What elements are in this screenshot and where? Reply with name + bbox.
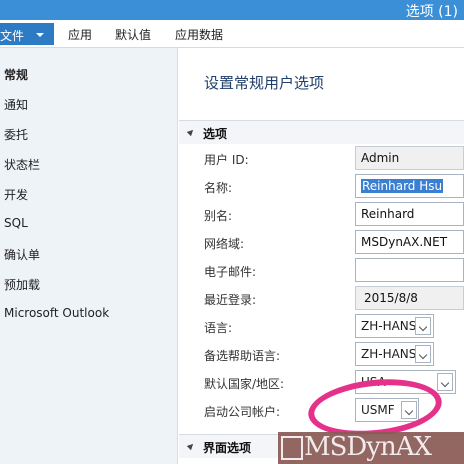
name-field[interactable]: Reinhard Hsu [355, 174, 464, 198]
user-id-field: Admin [355, 146, 464, 170]
sidebar-item-development[interactable]: 开发 [4, 186, 28, 203]
sidebar-item-outlook[interactable]: Microsoft Outlook [4, 306, 109, 320]
user-id-value: Admin [361, 151, 400, 165]
tab-application-data[interactable]: 应用数据 [175, 26, 223, 43]
network-domain-label: 网络域: [204, 237, 245, 251]
section-interface-label: 界面选项 [203, 441, 252, 455]
last-login-label: 最近登录: [204, 293, 257, 307]
chevron-down-icon[interactable] [415, 345, 431, 363]
sidebar-item-preload[interactable]: 预加载 [4, 276, 40, 293]
last-login-field: 2015/8/8 [355, 286, 464, 310]
sidebar-item-status-bar[interactable]: 状态栏 [4, 156, 40, 173]
user-id-label: 用户 ID: [204, 153, 249, 167]
collapse-arrow-icon [186, 441, 196, 451]
title-bar: 选项 (1) [0, 0, 464, 20]
alias-label: 别名: [204, 209, 233, 223]
alias-field[interactable]: Reinhard [355, 202, 464, 226]
sidebar-item-notifications[interactable]: 通知 [4, 96, 28, 113]
name-value: Reinhard Hsu [361, 179, 444, 193]
alias-value: Reinhard [361, 207, 415, 221]
chevron-down-icon[interactable] [415, 317, 431, 335]
tab-application[interactable]: 应用 [68, 26, 92, 43]
help-language-value: ZH-HANS [361, 347, 417, 361]
email-label: 电子邮件: [204, 265, 257, 279]
collapse-arrow-icon [186, 127, 196, 137]
sidebar-item-delegation[interactable]: 委托 [4, 126, 28, 143]
email-field[interactable] [355, 258, 464, 282]
sidebar-item-sql[interactable]: SQL [4, 216, 28, 230]
watermark-logo-icon [281, 436, 303, 460]
chevron-down-icon [36, 33, 44, 37]
section-options-label: 选项 [203, 127, 228, 141]
file-menu-button[interactable]: 文件 [0, 23, 54, 45]
network-domain-value: MSDynAX.NET [361, 235, 448, 249]
tab-defaults[interactable]: 默认值 [115, 26, 151, 43]
window-title: 选项 (1) [405, 4, 458, 20]
help-language-select[interactable]: ZH-HANS [355, 342, 434, 366]
watermark: MSDynAX [278, 432, 464, 464]
page-title: 设置常规用户选项 [204, 74, 325, 92]
section-options-header[interactable]: 选项 [179, 120, 464, 144]
help-language-label: 备选帮助语言: [204, 349, 281, 363]
last-login-value: 2015/8/8 [364, 291, 418, 305]
sidebar-item-general[interactable]: 常规 [4, 66, 28, 83]
name-label: 名称: [204, 181, 233, 195]
language-select[interactable]: ZH-HANS [355, 314, 434, 338]
startup-company-label: 启动公司帐户: [204, 405, 281, 419]
file-menu-label: 文件 [0, 29, 25, 43]
language-label: 语言: [204, 321, 233, 335]
watermark-text: MSDynAX [304, 432, 432, 462]
chevron-down-icon[interactable] [437, 373, 453, 391]
sidebar-item-confirmation[interactable]: 确认单 [4, 246, 40, 263]
network-domain-field[interactable]: MSDynAX.NET [355, 230, 464, 254]
country-region-label: 默认国家/地区: [204, 377, 285, 391]
language-value: ZH-HANS [361, 319, 417, 333]
